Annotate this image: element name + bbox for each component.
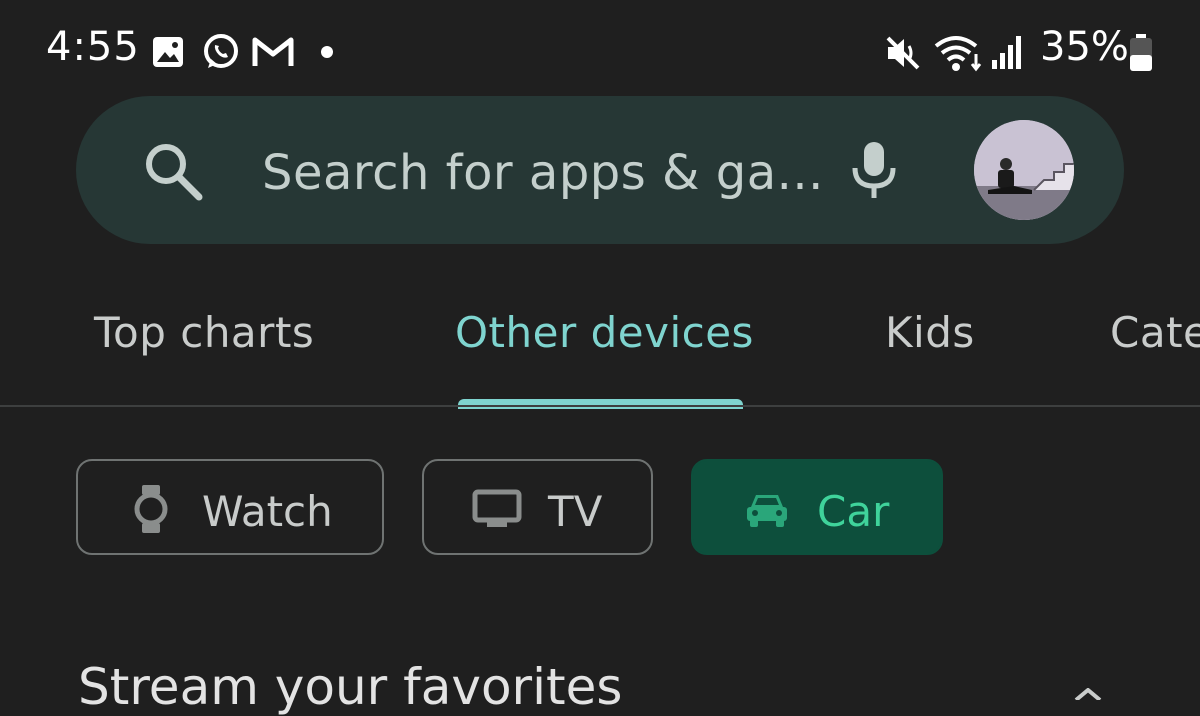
avatar-photo — [974, 120, 1074, 220]
watch-icon — [134, 485, 168, 533]
dot-icon — [321, 46, 333, 58]
avatar[interactable] — [974, 120, 1074, 220]
tab-top-charts[interactable]: Top charts — [94, 308, 314, 357]
search-input[interactable]: Search for apps & ga... — [262, 145, 824, 201]
tab-kids[interactable]: Kids — [885, 308, 975, 357]
wifi-icon — [934, 36, 982, 72]
signal-icon — [992, 36, 1021, 69]
chip-tv-label: TV — [548, 487, 603, 536]
chip-car[interactable]: Car — [691, 459, 943, 555]
status-bar: 4:55 35% — [0, 0, 1200, 100]
search-icon[interactable] — [142, 140, 204, 202]
chip-tv[interactable]: TV — [422, 459, 653, 555]
status-time: 4:55 — [46, 24, 140, 70]
arrow-icon[interactable] — [1068, 688, 1108, 700]
chip-watch[interactable]: Watch — [76, 459, 384, 555]
active-tab-indicator — [458, 399, 743, 409]
section-title: Stream your favorites — [78, 658, 623, 716]
mic-icon[interactable] — [848, 138, 900, 202]
tab-categories[interactable]: Cate — [1110, 308, 1200, 357]
vibrate-off-icon — [886, 36, 920, 70]
car-icon — [747, 495, 787, 527]
chip-watch-label: Watch — [202, 487, 333, 536]
chip-car-label: Car — [817, 487, 890, 536]
battery-icon — [1130, 34, 1152, 71]
tab-other-devices[interactable]: Other devices — [455, 308, 754, 357]
tv-icon — [472, 489, 522, 527]
whatsapp-icon — [204, 34, 238, 68]
tab-divider — [0, 405, 1200, 407]
gmail-icon — [252, 37, 294, 66]
battery-percent: 35% — [1040, 24, 1129, 70]
gallery-icon — [153, 37, 183, 67]
